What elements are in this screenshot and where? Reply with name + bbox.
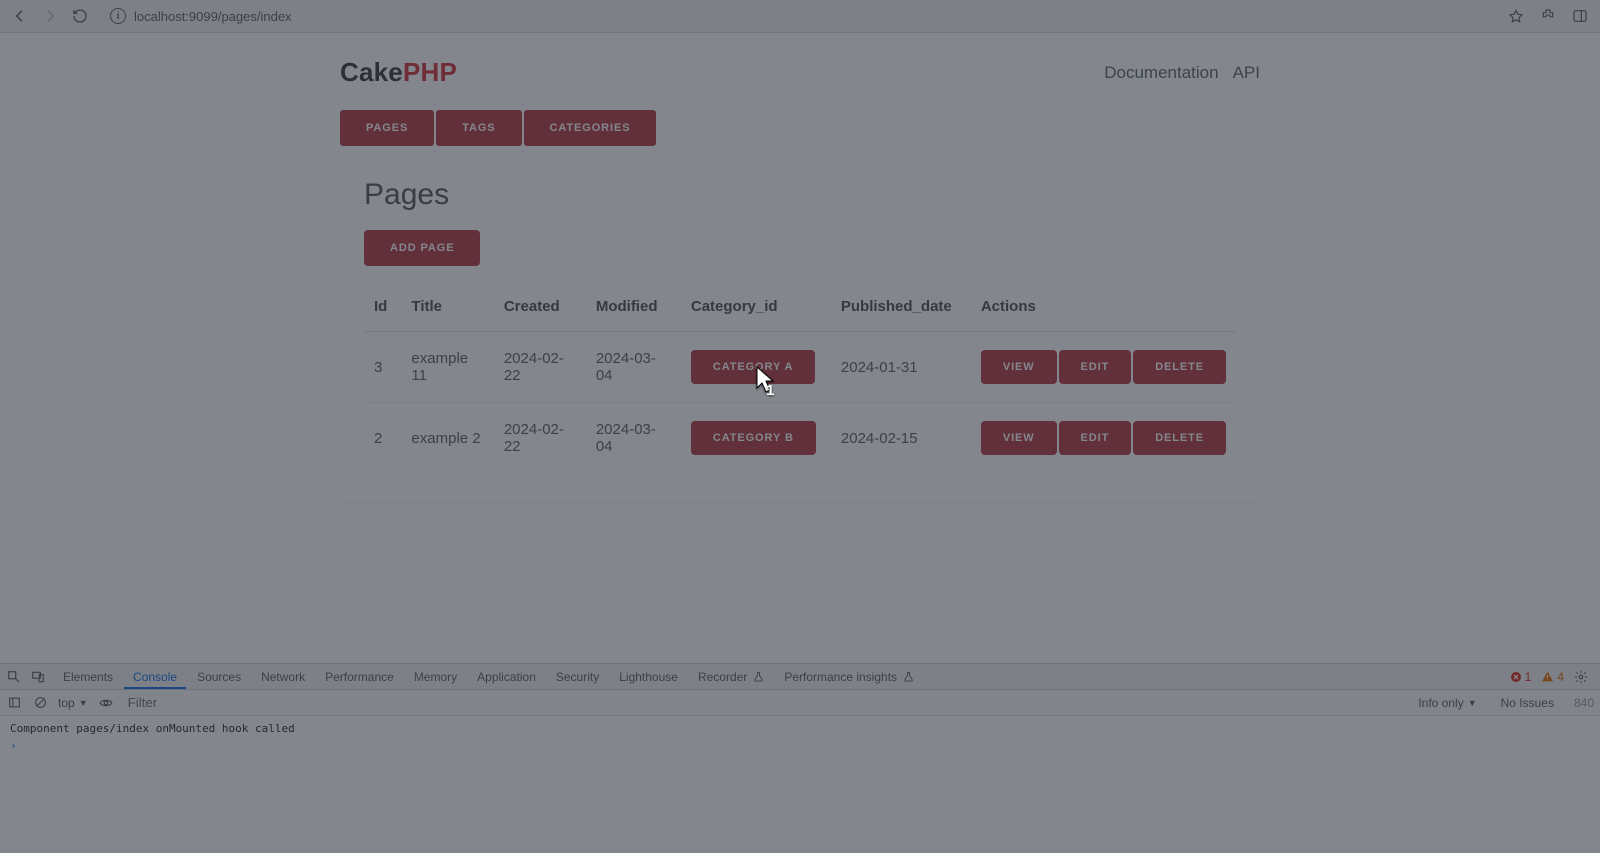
cell-published: 2024-02-15 — [831, 403, 971, 474]
tab-performance[interactable]: Performance — [316, 665, 403, 689]
nav-pages[interactable]: Pages — [340, 110, 434, 146]
chevron-down-icon: ▼ — [79, 698, 88, 708]
app-viewport: CakePHP Documentation API Pages Tags Cat… — [0, 33, 1600, 541]
chevron-down-icon: ▼ — [1468, 698, 1477, 708]
tab-memory[interactable]: Memory — [405, 665, 466, 689]
flask-icon — [903, 671, 914, 682]
tab-lighthouse[interactable]: Lighthouse — [610, 665, 687, 689]
edit-button[interactable]: Edit — [1059, 421, 1132, 455]
issues-link[interactable]: No Issues — [1501, 696, 1554, 710]
table-row: 2 example 2 2024-02-22 2024-03-04 Catego… — [364, 403, 1236, 474]
cell-id: 2 — [364, 403, 401, 474]
flask-icon — [753, 671, 764, 682]
cell-published: 2024-01-31 — [831, 332, 971, 403]
tab-console[interactable]: Console — [124, 665, 186, 689]
extensions-icon[interactable] — [1540, 8, 1556, 24]
console-sidebar-toggle-icon[interactable] — [6, 695, 22, 711]
col-title[interactable]: Title — [401, 284, 493, 332]
back-icon[interactable] — [12, 8, 28, 24]
delete-button[interactable]: Delete — [1133, 421, 1226, 455]
col-created[interactable]: Created — [494, 284, 586, 332]
tab-recorder-label: Recorder — [698, 670, 747, 684]
col-id[interactable]: Id — [364, 284, 401, 332]
tab-security[interactable]: Security — [547, 665, 608, 689]
edit-button[interactable]: Edit — [1059, 350, 1132, 384]
console-toolbar: top ▼ Info only ▼ No Issues 840 — [0, 690, 1600, 716]
nav-categories[interactable]: Categories — [524, 110, 657, 146]
content-card: Pages Add Page Id Title Created Modified… — [340, 156, 1260, 501]
console-output[interactable]: Component pages/index onMounted hook cal… — [0, 716, 1600, 853]
reload-icon[interactable] — [72, 8, 88, 24]
inspect-icon[interactable] — [6, 669, 22, 685]
page-title: Pages — [364, 178, 1236, 212]
main-nav: Pages Tags Categories — [340, 110, 1260, 146]
tab-application[interactable]: Application — [468, 665, 545, 689]
delete-button[interactable]: Delete — [1133, 350, 1226, 384]
site-info-icon[interactable]: i — [110, 8, 126, 24]
console-filter-input[interactable] — [124, 693, 344, 712]
live-expression-icon[interactable] — [98, 695, 114, 711]
clear-console-icon[interactable] — [32, 695, 48, 711]
log-levels-label: Info only — [1418, 696, 1463, 710]
view-button[interactable]: View — [981, 421, 1057, 455]
category-link[interactable]: Category B — [691, 421, 816, 455]
brand-part2: PHP — [403, 57, 457, 87]
col-modified[interactable]: Modified — [586, 284, 681, 332]
brand-logo: CakePHP — [340, 57, 457, 88]
tab-elements[interactable]: Elements — [54, 665, 122, 689]
error-count[interactable]: 1 — [1510, 670, 1532, 684]
app-header: CakePHP Documentation API — [340, 51, 1260, 110]
warning-count-value: 4 — [1557, 670, 1564, 684]
brand-part1: Cake — [340, 57, 403, 87]
col-actions: Actions — [971, 284, 1236, 332]
console-prompt-icon: › — [10, 739, 17, 752]
error-count-value: 1 — [1525, 670, 1532, 684]
url-text: localhost:9099/pages/index — [134, 9, 292, 24]
link-documentation[interactable]: Documentation — [1104, 63, 1218, 83]
tab-recorder[interactable]: Recorder — [689, 665, 773, 689]
col-published[interactable]: Published_date — [831, 284, 971, 332]
tab-sources[interactable]: Sources — [188, 665, 250, 689]
address-bar[interactable]: i localhost:9099/pages/index — [102, 3, 1498, 29]
browser-toolbar: i localhost:9099/pages/index — [0, 0, 1600, 33]
browser-right-icons — [1508, 8, 1592, 24]
cell-created: 2024-02-22 — [494, 403, 586, 474]
header-links: Documentation API — [1104, 63, 1260, 83]
forward-icon[interactable] — [42, 8, 58, 24]
warning-count[interactable]: 4 — [1541, 670, 1564, 684]
nav-arrows — [8, 8, 92, 24]
cell-modified: 2024-03-04 — [586, 332, 681, 403]
nav-tags[interactable]: Tags — [436, 110, 521, 146]
tab-network[interactable]: Network — [252, 665, 314, 689]
cell-title: example 2 — [401, 403, 493, 474]
device-toggle-icon[interactable] — [30, 669, 46, 685]
add-page-button[interactable]: Add Page — [364, 230, 480, 266]
pages-table: Id Title Created Modified Category_id Pu… — [364, 284, 1236, 473]
link-api[interactable]: API — [1233, 63, 1260, 83]
table-row: 3 example 11 2024-02-22 2024-03-04 Categ… — [364, 332, 1236, 403]
tab-perf-insights[interactable]: Performance insights — [775, 665, 923, 689]
log-levels[interactable]: Info only ▼ — [1418, 696, 1476, 710]
execution-context[interactable]: top ▼ — [58, 696, 88, 710]
table-header-row: Id Title Created Modified Category_id Pu… — [364, 284, 1236, 332]
devtools-panel: Elements Console Sources Network Perform… — [0, 663, 1600, 853]
star-icon[interactable] — [1508, 8, 1524, 24]
cell-modified: 2024-03-04 — [586, 403, 681, 474]
side-panel-icon[interactable] — [1572, 8, 1588, 24]
cell-created: 2024-02-22 — [494, 332, 586, 403]
execution-context-label: top — [58, 696, 75, 710]
category-link[interactable]: Category A — [691, 350, 816, 384]
view-button[interactable]: View — [981, 350, 1057, 384]
col-category[interactable]: Category_id — [681, 284, 831, 332]
cell-id: 3 — [364, 332, 401, 403]
devtools-settings-icon[interactable] — [1574, 670, 1588, 684]
devtools-tabs: Elements Console Sources Network Perform… — [0, 664, 1600, 690]
console-log-line: Component pages/index onMounted hook cal… — [10, 720, 1590, 737]
hidden-messages: 840 — [1574, 696, 1594, 710]
tab-perf-insights-label: Performance insights — [784, 670, 897, 684]
cell-title: example 11 — [401, 332, 493, 403]
